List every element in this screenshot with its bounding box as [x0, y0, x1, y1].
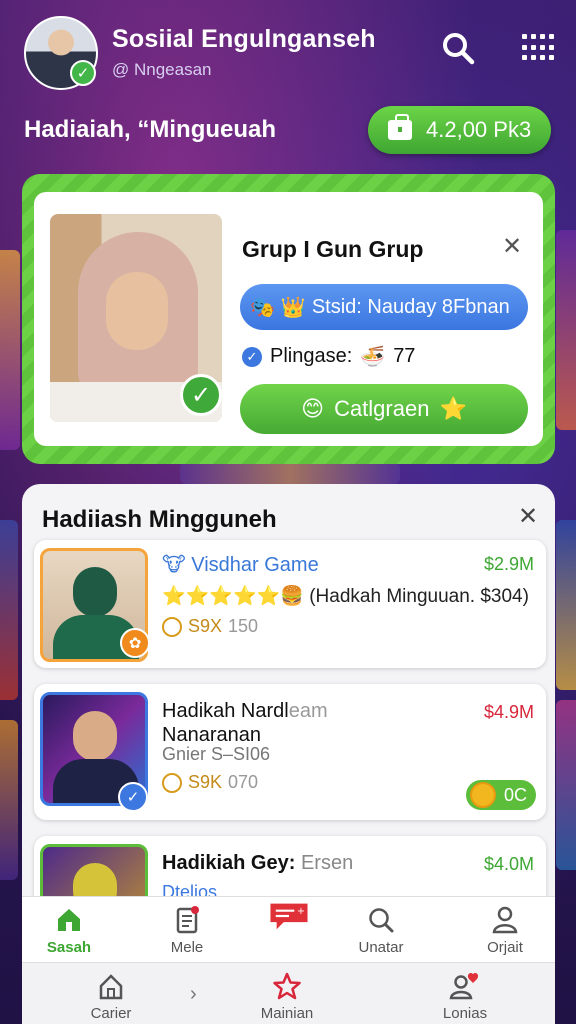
featured-close-icon[interactable]: ✕ — [502, 232, 522, 261]
svg-text:+: + — [297, 906, 305, 917]
prize-detail: ⭐⭐⭐⭐⭐🍔 (Hadkah Minguuan. $304) — [162, 586, 529, 607]
prize-name: Hadikiah Gey: Ersen — [162, 852, 354, 874]
coin-stat: S9K 070 — [162, 772, 258, 793]
home-icon — [58, 909, 80, 931]
featured-check-icon: ✓ — [180, 374, 222, 416]
nav-item-lonias[interactable]: Lonias — [420, 971, 510, 1022]
search-icon — [443, 33, 475, 65]
nav-item-mainian[interactable]: Mainian — [242, 971, 332, 1022]
bg-tile-left-3 — [0, 720, 18, 880]
bg-tile-banner — [180, 462, 400, 484]
chevron-right-icon: › — [190, 983, 197, 1005]
bg-tile-left-2 — [0, 520, 18, 700]
featured-status-pill[interactable]: 🎭 👑 Stsid: Nauday 8Fbnan — [240, 284, 528, 330]
wallet-bag-icon — [388, 114, 412, 140]
search-icon — [369, 908, 394, 933]
menu-grid-button[interactable] — [516, 28, 556, 68]
bg-tile-left-1 — [0, 250, 20, 450]
featured-cta-label: Catlgraen — [334, 396, 430, 421]
claim-pill-button[interactable]: 0C — [466, 780, 536, 810]
nav-item-search[interactable]: Unatar — [336, 905, 426, 956]
panel-close-icon[interactable]: ✕ — [518, 502, 538, 531]
user-handle: @ Nngeasan — [112, 60, 212, 79]
app-title: Sosiial Engulnganseh — [112, 25, 376, 53]
prize-item[interactable]: ✿ 🐮 Visdhar Game $2.9M ⭐⭐⭐⭐⭐🍔 (Hadkah Mi… — [34, 540, 546, 668]
bowl-icon: 🍜 — [360, 346, 386, 368]
prize-price: $2.9M — [483, 554, 534, 574]
bg-tile-right-3 — [556, 700, 576, 870]
greeting-text: Hadiaiah, “Mingueuah — [24, 116, 277, 143]
prize-name: Hadikah Nardleam — [162, 700, 328, 722]
balance-value: 4.2,00 Pk3 — [426, 117, 532, 142]
players-count: 77 — [393, 345, 416, 367]
prize-sub: Gnier S–SI06 — [162, 744, 271, 764]
players-row: ✓ Plingase: 🍜 77 — [242, 344, 415, 369]
nav-item-carier[interactable]: Carier — [66, 971, 156, 1022]
coin-stat: S9X 150 — [162, 616, 258, 637]
nav-item-home[interactable]: Sasah — [24, 905, 114, 956]
bottom-nav-primary: Sasah Mele + Unatar Orjait — [22, 896, 555, 962]
document-icon — [176, 906, 199, 934]
featured-status-text: Stsid: Nauday 8Fbnan — [311, 295, 510, 318]
cow-icon: 🐮 — [162, 554, 186, 576]
verified-badge-icon: ✓ — [118, 782, 148, 812]
players-check-icon: ✓ — [242, 346, 262, 367]
fire-badge-icon: ✿ — [120, 628, 150, 658]
star-icon — [273, 972, 301, 1000]
coin-icon — [162, 616, 182, 637]
smile-icon: 😊 — [301, 396, 325, 421]
star-icon: ⭐ — [439, 396, 467, 421]
weekly-prizes-panel: Hadiiash Mingguneh ✕ ✿ 🐮 Visdhar Game $2… — [22, 484, 555, 924]
panel-title: Hadiiash Mingguneh — [42, 506, 277, 533]
crown-icon: 👑 — [280, 296, 306, 319]
gold-coin-icon — [470, 782, 496, 808]
coin-icon — [162, 772, 182, 793]
nav-item-profile[interactable]: Orjait — [460, 905, 550, 956]
featured-title: Grup I Gun Grup — [242, 236, 424, 262]
bg-tile-right-1 — [556, 230, 576, 430]
verified-check-icon: ✓ — [70, 60, 96, 86]
featured-card-body: ✓ Grup I Gun Grup ✕ 🎭 👑 Stsid: Nauday 8F… — [34, 192, 543, 446]
featured-cta-button[interactable]: 😊 Catlgraen ⭐ — [240, 384, 528, 434]
prize-name: 🐮 Visdhar Game — [162, 554, 319, 576]
home-outline-icon — [99, 974, 123, 1000]
nav-item-mele[interactable]: Mele — [142, 905, 232, 956]
search-button[interactable] — [438, 28, 478, 68]
balance-button[interactable]: 4.2,00 Pk3 — [368, 106, 551, 154]
user-heart-icon — [449, 972, 479, 1000]
prize-item[interactable]: ✓ Hadikah Nardleam Nanaranan $4.9M Gnier… — [34, 684, 546, 820]
players-label: Plingase: — [270, 345, 353, 367]
bottom-nav-secondary: Carier › Mainian Lonias — [22, 962, 555, 1024]
bg-tile-right-2 — [556, 520, 576, 690]
rating-stars-icon: ⭐⭐⭐⭐⭐🍔 — [162, 586, 304, 607]
message-icon: + — [270, 903, 308, 930]
featured-card: ✓ Grup I Gun Grup ✕ 🎭 👑 Stsid: Nauday 8F… — [22, 174, 555, 464]
person-icon — [492, 906, 518, 934]
app-header: ✓ Sosiial Engulnganseh @ Nngeasan Hadiai… — [0, 0, 576, 170]
prize-price: $4.9M — [483, 702, 534, 722]
mask-icon: 🎭 — [250, 296, 275, 319]
nav-item-messages[interactable]: + — [244, 901, 334, 935]
prize-price: $4.0M — [483, 854, 534, 874]
